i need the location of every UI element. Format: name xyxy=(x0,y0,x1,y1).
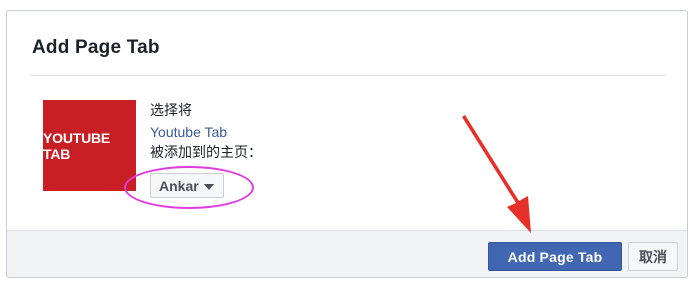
add-page-tab-button[interactable]: Add Page Tab xyxy=(488,242,622,271)
title-divider xyxy=(30,75,666,76)
dialog-title: Add Page Tab xyxy=(32,37,160,58)
description-line-1: 选择将 xyxy=(150,103,192,119)
cancel-button[interactable]: 取消 xyxy=(628,242,678,271)
caret-down-icon xyxy=(203,183,214,190)
add-page-tab-dialog: Add Page Tab YOUTUBE TAB 选择将 Youtube Tab… xyxy=(6,10,688,278)
app-logo: YOUTUBE TAB xyxy=(43,100,136,191)
app-logo-text: YOUTUBE TAB xyxy=(43,129,111,162)
page-select-dropdown[interactable]: Ankar xyxy=(150,173,224,198)
description-line-3: 被添加到的主页： xyxy=(150,145,262,161)
dialog-footer: Add Page Tab 取消 xyxy=(7,230,687,277)
app-name-link[interactable]: Youtube Tab xyxy=(150,123,227,141)
page-select-value: Ankar xyxy=(159,177,199,194)
